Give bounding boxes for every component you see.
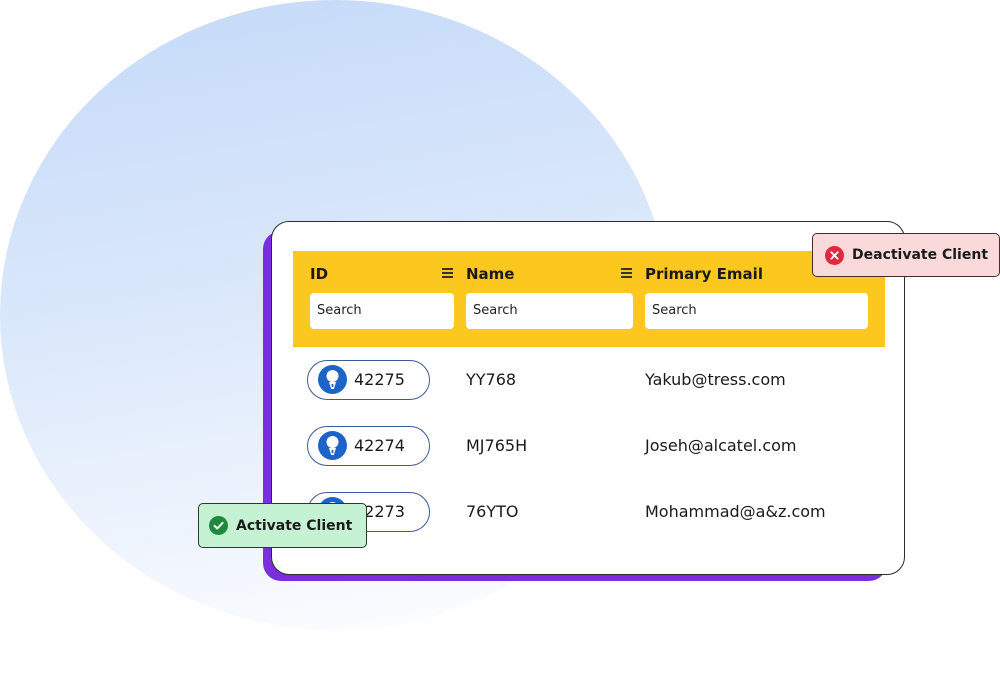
column-header-name[interactable]: Name: [466, 265, 514, 283]
client-email: Joseh@alcatel.com: [645, 436, 797, 455]
column-header-id[interactable]: ID: [310, 265, 328, 283]
hamburger-menu-icon[interactable]: [621, 268, 632, 278]
user-avatar-icon: [318, 431, 347, 460]
hamburger-menu-icon[interactable]: [442, 268, 453, 278]
table-row[interactable]: 42274 MJ765H Joseh@alcatel.com: [272, 413, 904, 479]
deactivate-client-label: Deactivate Client: [852, 247, 989, 263]
table-row[interactable]: 42275 YY768 Yakub@tress.com: [272, 347, 904, 413]
client-name: MJ765H: [466, 436, 528, 455]
client-email: Yakub@tress.com: [645, 370, 786, 389]
activate-client-button[interactable]: Activate Client: [198, 503, 367, 548]
client-id: 42274: [354, 436, 405, 455]
table-header: ID Search Name Search Primary Email Sear…: [293, 251, 885, 347]
client-name: 76YTO: [466, 502, 519, 521]
client-email: Mohammad@a&z.com: [645, 502, 826, 521]
id-pill[interactable]: 42275: [307, 360, 430, 400]
column-header-email[interactable]: Primary Email: [645, 265, 763, 283]
id-pill[interactable]: 42274: [307, 426, 430, 466]
search-input-name[interactable]: Search: [466, 293, 633, 329]
stage: ID Search Name Search Primary Email Sear…: [0, 0, 1000, 676]
user-avatar-icon: [318, 365, 347, 394]
x-circle-icon: [825, 245, 844, 265]
client-id: 42275: [354, 370, 405, 389]
check-circle-icon: [209, 516, 228, 535]
activate-client-label: Activate Client: [236, 517, 353, 534]
search-input-email[interactable]: Search: [645, 293, 868, 329]
client-name: YY768: [466, 370, 517, 389]
search-input-id[interactable]: Search: [310, 293, 454, 329]
deactivate-client-button[interactable]: Deactivate Client: [812, 233, 1000, 277]
